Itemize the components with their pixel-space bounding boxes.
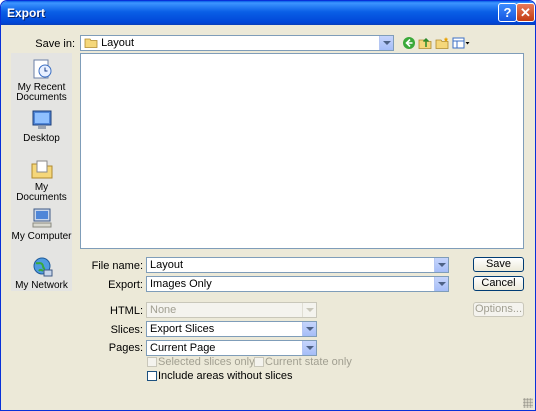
places-bar: My Recent Documents Desktop My Documents… <box>11 53 72 291</box>
include-areas-checkbox[interactable] <box>147 371 157 381</box>
recent-documents-icon <box>33 59 51 79</box>
file-name-value: Layout <box>150 259 184 271</box>
selected-slices-checkbox[interactable] <box>147 357 157 367</box>
folder-icon <box>84 38 98 48</box>
chevron-down-icon[interactable] <box>302 341 316 355</box>
places-label: My Recent Documents <box>16 82 67 103</box>
places-my-network[interactable]: My Network <box>11 256 72 291</box>
pages-label: Pages: <box>108 342 143 354</box>
chevron-down-icon[interactable] <box>434 277 448 291</box>
save-in-label: Save in: <box>35 38 75 50</box>
desktop-icon <box>32 110 51 129</box>
chevron-down-icon <box>302 303 316 317</box>
slices-value: Export Slices <box>150 323 215 335</box>
places-desktop[interactable]: Desktop <box>11 109 72 144</box>
places-my-documents[interactable]: My Documents <box>11 158 72 203</box>
places-recent-documents[interactable]: My Recent Documents <box>11 58 72 103</box>
pages-dropdown[interactable]: Current Page <box>146 340 317 356</box>
html-dropdown[interactable]: None <box>146 302 317 318</box>
title-bar[interactable]: Export ? ✕ <box>1 1 535 25</box>
cancel-button[interactable]: Cancel <box>473 276 524 291</box>
include-areas-label: Include areas without slices <box>158 370 293 382</box>
file-name-field[interactable]: Layout <box>146 257 449 273</box>
options-button[interactable]: Options... <box>473 302 524 317</box>
slices-label: Slices: <box>110 324 143 336</box>
my-computer-icon <box>32 208 51 228</box>
slices-dropdown[interactable]: Export Slices <box>146 321 317 337</box>
export-label: Export: <box>108 279 143 291</box>
close-button[interactable]: ✕ <box>516 3 535 22</box>
views-menu-icon[interactable] <box>452 36 470 50</box>
help-button[interactable]: ? <box>498 3 517 22</box>
save-in-value: Layout <box>101 37 135 49</box>
window-title: Export <box>7 6 46 20</box>
new-folder-icon[interactable] <box>435 36 449 50</box>
my-network-icon <box>33 257 52 277</box>
my-documents-icon <box>31 160 52 179</box>
places-label: Desktop <box>23 133 60 144</box>
current-state-checkbox[interactable] <box>254 357 264 367</box>
places-label: My Documents <box>16 182 67 203</box>
chevron-down-icon[interactable] <box>379 36 393 50</box>
chevron-down-icon[interactable] <box>302 322 316 336</box>
current-state-label: Current state only <box>265 356 352 368</box>
file-list[interactable] <box>80 53 524 249</box>
save-in-dropdown[interactable]: Layout <box>80 35 394 51</box>
resize-grip[interactable] <box>523 398 533 408</box>
export-dialog: Export ? ✕ Save in: Layout My Recent Doc… <box>0 0 536 411</box>
html-value: None <box>150 304 177 316</box>
places-my-computer[interactable]: My Computer <box>11 207 72 242</box>
chevron-down-icon[interactable] <box>434 258 448 272</box>
places-label: My Network <box>15 280 68 291</box>
html-label: HTML: <box>110 305 143 317</box>
pages-value: Current Page <box>150 342 216 354</box>
file-name-label: File name: <box>91 260 143 272</box>
back-icon[interactable] <box>402 36 416 50</box>
selected-slices-label: Selected slices only <box>158 356 255 368</box>
export-dropdown[interactable]: Images Only <box>146 276 449 292</box>
save-button[interactable]: Save <box>473 257 524 272</box>
places-label: My Computer <box>11 231 72 242</box>
export-value: Images Only <box>150 278 212 290</box>
up-folder-icon[interactable] <box>418 36 432 50</box>
